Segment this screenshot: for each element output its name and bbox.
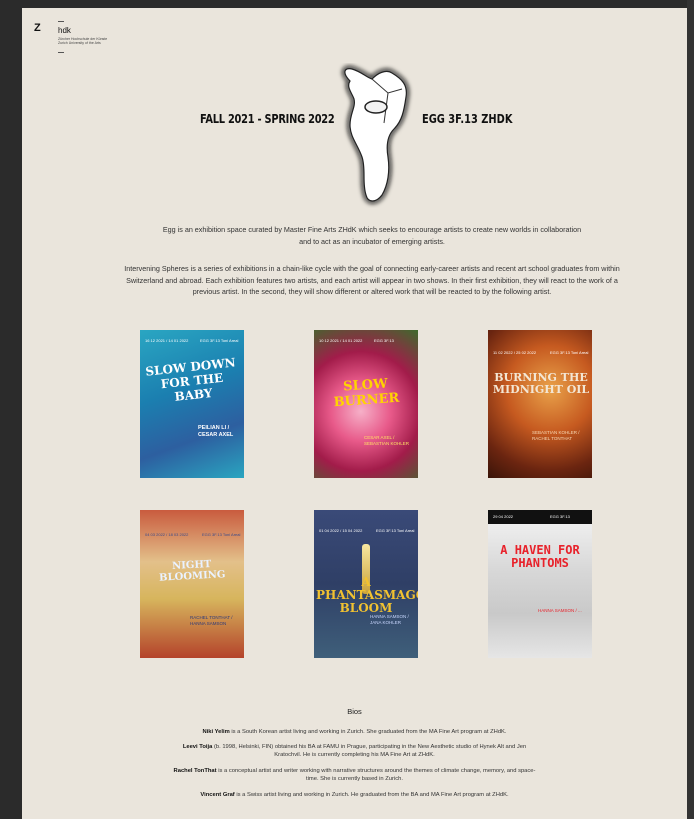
- poster-artists: HANNA SAMSON / ...: [538, 608, 582, 613]
- poster-artists: HANNA SAMSON / JANA KOHLER: [370, 614, 409, 625]
- top-edge: [0, 0, 694, 8]
- browser-frame: Z hdk Zürcher Hochschule der Künste Zuri…: [0, 0, 694, 819]
- poster-title: A HAVEN FOR PHANTOMS: [500, 543, 580, 570]
- page: Z hdk Zürcher Hochschule der Künste Zuri…: [22, 8, 687, 819]
- bio-text: (b. 1998, Helsinki, FIN) obtained his BA…: [212, 744, 527, 758]
- hero-location: EGG 3F.13 ZHDK: [422, 112, 513, 126]
- logo-rule-bottom: [58, 52, 64, 53]
- poster-a-haven-for-phantoms[interactable]: 29 04 2022 EGG 3F.13 A HAVEN FOR PHANTOM…: [488, 510, 592, 658]
- poster-venue: EGG 3F.13 Toni Areal: [376, 528, 415, 533]
- bio-rachel-tonthat: Rachel TonThat is a conceptual artist an…: [172, 767, 537, 783]
- poster-dates: 11 02 2022 / 25 02 2022: [493, 350, 537, 355]
- poster-artists: RACHEL TONTHAT / HANNA SAMSON: [190, 615, 233, 626]
- poster-venue: EGG 3F.13: [550, 514, 570, 519]
- logo-subtitle: Zürcher Hochschule der Künste Zurich Uni…: [58, 37, 128, 45]
- logo-line-2: Zurich University of the Arts: [58, 41, 101, 45]
- bio-vincent-graf: Vincent Graf is a Swiss artist living an…: [172, 791, 537, 799]
- poster-dates: 29 04 2022: [493, 514, 514, 519]
- poster-dates: 10 12 2021 / 14 01 2022: [319, 338, 363, 343]
- poster-slow-burner[interactable]: 10 12 2021 / 14 01 2022 EGG 3F.13 SLOW B…: [314, 330, 418, 478]
- hero-dates: FALL 2021 - SPRING 2022: [200, 112, 335, 126]
- poster-venue: EGG 3F.13 Toni Areal: [550, 350, 589, 355]
- poster-title: A PHANTASMAGORICAL BLOOM: [316, 575, 418, 615]
- bio-name: Rachel TonThat: [173, 768, 217, 774]
- poster-venue: EGG 3F.13 Toni Areal: [200, 338, 239, 343]
- scrollbar[interactable]: [687, 0, 694, 819]
- poster-dates: 01 04 2022 / 15 04 2022: [319, 528, 363, 533]
- poster-burning-the-midnight-oil[interactable]: 11 02 2022 / 25 02 2022 EGG 3F.13 Toni A…: [488, 330, 592, 478]
- poster-venue: EGG 3F.13 Toni Areal: [202, 532, 241, 537]
- poster-night-blooming[interactable]: 04 03 2022 / 18 03 2022 EGG 3F.13 Toni A…: [140, 510, 244, 658]
- intro-paragraph-2: Intervening Spheres is a series of exhib…: [124, 264, 620, 296]
- intro-paragraph-1: Egg is an exhibition space curated by Ma…: [162, 225, 582, 246]
- logo-rule: [58, 21, 64, 22]
- bio-name: Niki Yelim: [202, 729, 230, 735]
- bio-text: is a conceptual artist and writer workin…: [216, 768, 536, 782]
- poster-a-phantasmagorical-bloom[interactable]: 01 04 2022 / 15 04 2022 EGG 3F.13 Toni A…: [314, 510, 418, 658]
- poster-slow-down-for-the-baby[interactable]: 16 12 2021 / 14 01 2022 EGG 3F.13 Toni A…: [140, 330, 244, 478]
- logo-mark: Z: [34, 22, 41, 34]
- poster-title: BURNING THE MIDNIGHT OIL: [492, 371, 590, 396]
- bio-leevi-toija: Leevi Toija (b. 1998, Helsinki, FIN) obt…: [172, 743, 537, 759]
- poster-title: SLOW BURNER: [333, 376, 400, 411]
- poster-artists: CESAR AXEL / SEBASTIAN KOHLER: [364, 435, 410, 446]
- logo-name: hdk: [58, 26, 71, 35]
- bio-text: is a South Korean artist living and work…: [229, 729, 507, 735]
- bio-name: Leevi Toija: [182, 744, 213, 750]
- left-edge: [0, 0, 22, 819]
- poster-dates: 16 12 2021 / 14 01 2022: [145, 338, 189, 343]
- poster-artists: PEILIAN LI / CESAR AXEL: [198, 425, 234, 438]
- poster-title: SLOW DOWN FOR THE BABY: [144, 355, 237, 404]
- bio-text: is a Swiss artist living and working in …: [234, 792, 509, 798]
- bio-name: Vincent Graf: [200, 792, 235, 798]
- egg-logo-icon: [342, 66, 409, 204]
- poster-dates: 04 03 2022 / 18 03 2022: [145, 532, 189, 537]
- poster-artists: SEBASTIAN KOHLER / RACHEL TONTHAT: [532, 430, 580, 441]
- bio-niki-yelim: Niki Yelim is a South Korean artist livi…: [172, 728, 537, 736]
- bios-heading: Bios: [347, 707, 362, 716]
- poster-venue: EGG 3F.13: [374, 338, 394, 343]
- poster-title: NIGHT BLOOMING: [158, 558, 226, 584]
